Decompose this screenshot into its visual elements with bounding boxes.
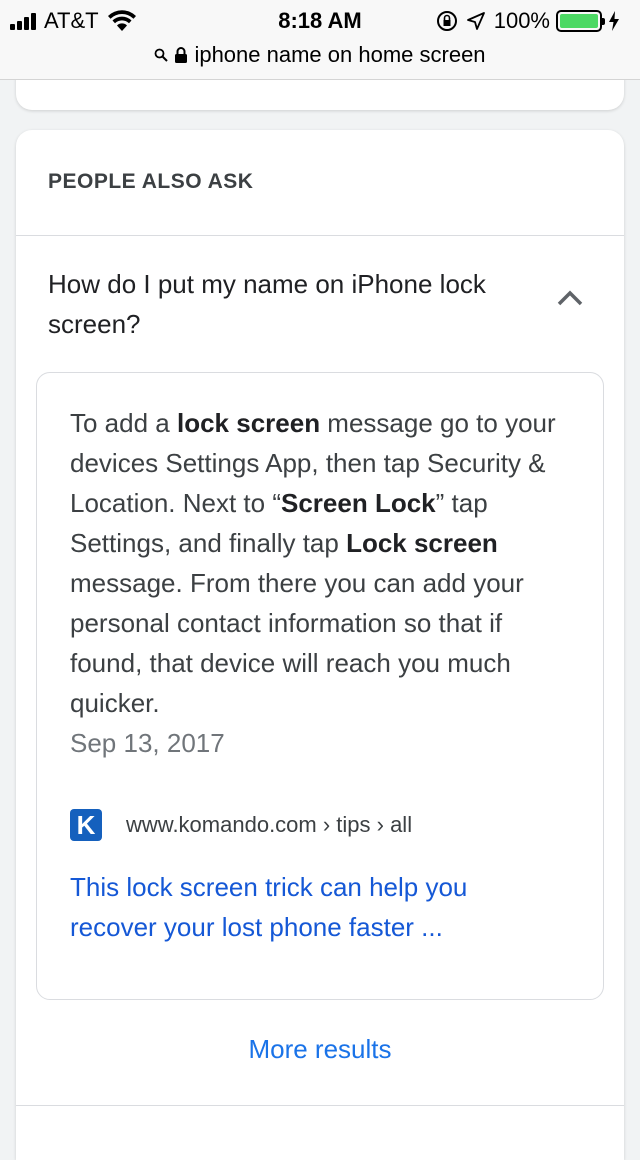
answer-date: Sep 13, 2017: [70, 728, 225, 758]
battery-percent: 100%: [493, 8, 550, 33]
browser-top-bar: AT&T 8:18 AM 100% iphone name on home sc…: [0, 0, 640, 80]
address-bar[interactable]: iphone name on home screen: [0, 42, 640, 68]
question-row[interactable]: How do I put my name on iPhone lock scre…: [16, 236, 624, 370]
answer-bold-term: Lock screen: [346, 528, 498, 558]
location-arrow-icon: [466, 12, 485, 30]
status-bar: AT&T 8:18 AM 100%: [0, 0, 640, 42]
search-query: iphone name on home screen: [194, 42, 486, 67]
orientation-lock-icon: [436, 11, 457, 31]
answer-text: To add a lock screen message go to your …: [37, 373, 603, 723]
answer-panel: To add a lock screen message go to your …: [36, 372, 604, 1000]
result-title-link[interactable]: This lock screen trick can help you reco…: [37, 867, 603, 947]
battery-icon: [556, 10, 605, 32]
chevron-up-icon[interactable]: [556, 288, 584, 308]
answer-segment: message. From there you can add your per…: [70, 568, 524, 718]
search-icon: [155, 48, 169, 62]
charging-bolt-icon: [609, 11, 619, 31]
lock-icon: [175, 47, 188, 63]
answer-segment: To add a: [70, 408, 177, 438]
site-favicon-icon: K: [70, 809, 102, 841]
more-results-button[interactable]: More results: [16, 1034, 624, 1065]
answer-bold-term: Screen Lock: [281, 488, 436, 518]
source-row[interactable]: K www.komando.com › tips › all: [37, 809, 603, 841]
source-url[interactable]: www.komando.com › tips › all: [126, 812, 412, 838]
divider: [16, 1105, 624, 1106]
section-title: PEOPLE ALSO ASK: [16, 130, 624, 236]
question-text: How do I put my name on iPhone lock scre…: [48, 269, 486, 339]
people-also-ask-card: PEOPLE ALSO ASK How do I put my name on …: [16, 130, 624, 1160]
answer-bold-term: lock screen: [176, 408, 321, 438]
